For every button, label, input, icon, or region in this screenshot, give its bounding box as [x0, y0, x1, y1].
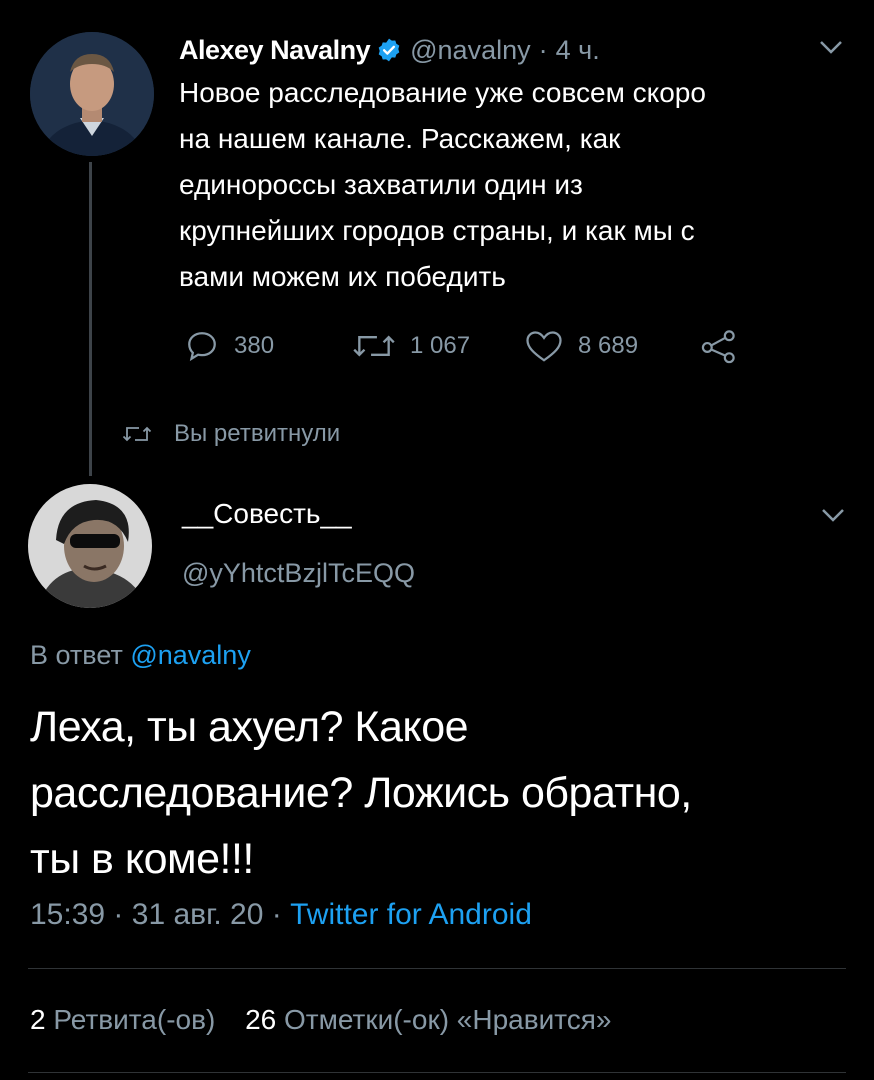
client-link[interactable]: Twitter for Android: [290, 898, 532, 931]
avatar-navalny-image: [30, 32, 154, 156]
retweeted-label: Вы ретвитнули: [174, 420, 341, 447]
reply-context: В ответ @navalny: [30, 640, 251, 671]
tweet2-date: 31 авг. 20: [131, 898, 264, 931]
tweet2-time: 15:39: [30, 898, 106, 931]
tweet2-menu-chevron-icon[interactable]: [820, 506, 846, 529]
reply-handle-link[interactable]: @navalny: [130, 640, 250, 670]
tweet1-text-line: крупнейших городов страны, и как мы с: [179, 215, 695, 246]
like-stat[interactable]: 26 Отметки(-ок) «Нравится»: [245, 1004, 611, 1035]
share-icon: [701, 330, 735, 364]
tweet1-time[interactable]: 4 ч.: [556, 35, 600, 66]
tweet2-text: Леха, ты ахуел? Какое расследование? Лож…: [30, 694, 860, 892]
tweet2-meta: 15:39 · 31 авг. 20 · Twitter for Android: [30, 898, 532, 932]
tweet1-text: Новое расследование уже совсем скоро на …: [179, 70, 859, 300]
reply-button[interactable]: 380: [184, 328, 274, 364]
retweet-stat-label: Ретвита(-ов): [53, 1004, 216, 1035]
tweet1-text-line: единороссы захватили один из: [179, 169, 583, 200]
tweet2-text-line: Леха, ты ахуел? Какое: [30, 703, 469, 751]
like-stat-count: 26: [245, 1004, 277, 1035]
retweet-count: 1 067: [410, 332, 471, 359]
tweet1-menu-chevron-icon[interactable]: [818, 38, 844, 61]
retweet-button[interactable]: 1 067: [352, 328, 470, 364]
verified-badge-icon: [376, 37, 402, 63]
avatar-sovest-image: [28, 484, 152, 608]
thread-line: [89, 162, 92, 476]
share-button[interactable]: [700, 328, 752, 364]
tweet1-text-line: на нашем канале. Расскажем, как: [179, 123, 621, 154]
tweet2-text-line: расследование? Ложись обратно,: [30, 769, 692, 817]
tweet1-text-line: Новое расследование уже совсем скоро: [179, 77, 706, 108]
avatar-navalny[interactable]: [30, 32, 154, 156]
like-heart-icon: [526, 331, 562, 362]
tweet1-author-name[interactable]: Alexey Navalny: [179, 35, 371, 66]
tweet1-header: Alexey Navalny @navalny · 4 ч.: [179, 30, 600, 70]
like-count: 8 689: [578, 332, 639, 359]
stats-divider-bottom: [28, 1072, 846, 1073]
stats-divider-top: [28, 968, 846, 969]
reply-count: 380: [234, 332, 275, 359]
like-stat-label: Отметки(-ок) «Нравится»: [284, 1004, 612, 1035]
tweet1-text-line: вами можем их победить: [179, 261, 506, 292]
retweeted-small-icon: [122, 426, 152, 442]
tweet2-text-line: ты в коме!!!: [30, 835, 254, 883]
tweet2-author-name[interactable]: __Совесть__: [182, 498, 352, 530]
meta-dot: ·: [271, 898, 282, 931]
retweet-stat[interactable]: 2 Ретвита(-ов): [30, 1004, 223, 1035]
retweet-icon: [353, 335, 395, 357]
retweeted-indicator: Вы ретвитнули: [122, 420, 340, 448]
tweet2-handle[interactable]: @yYhtctBzjlTcEQQ: [182, 558, 415, 589]
tweet2-stats: 2 Ретвита(-ов) 26 Отметки(-ок) «Нравится…: [30, 1004, 612, 1036]
avatar-sovest[interactable]: [28, 484, 152, 608]
retweet-stat-count: 2: [30, 1004, 46, 1035]
tweet1-separator: ·: [538, 34, 548, 65]
meta-dot: ·: [113, 898, 124, 931]
like-button[interactable]: 8 689: [524, 328, 638, 364]
reply-icon: [188, 332, 216, 362]
tweet1-handle[interactable]: @navalny: [410, 35, 530, 66]
reply-prefix: В ответ: [30, 640, 123, 670]
